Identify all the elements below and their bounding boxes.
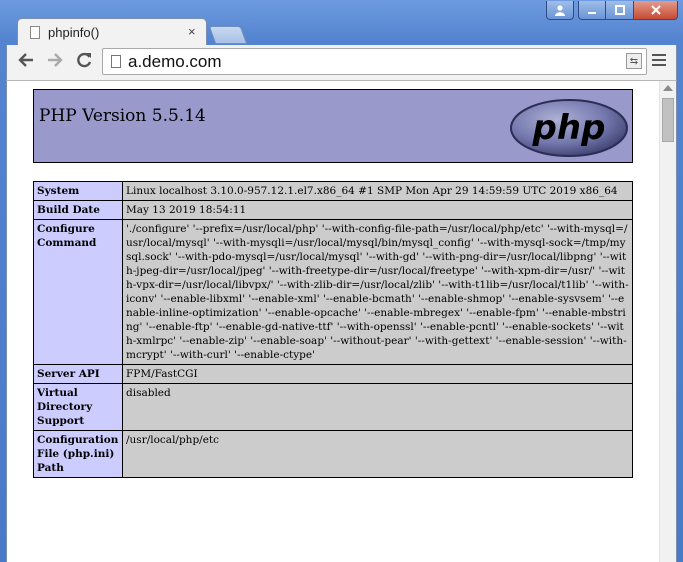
page-viewport: PHP Version 5.5.14 php System Linux loca… [6, 81, 677, 562]
info-value: disabled [122, 383, 633, 431]
table-row: Server API FPM/FastCGI [33, 364, 633, 384]
user-icon [555, 5, 565, 16]
page-icon [30, 26, 40, 39]
close-icon [650, 5, 661, 15]
info-value: './configure' '--prefix=/usr/local/php' … [122, 219, 633, 365]
user-profile-button[interactable] [546, 1, 574, 20]
new-tab-button[interactable] [208, 26, 248, 44]
info-key: Configure Command [33, 219, 123, 365]
reload-icon [77, 52, 92, 68]
scroll-thumb[interactable] [662, 98, 674, 142]
url-text[interactable]: a.demo.com [128, 52, 222, 72]
info-key: Virtual Directory Support [33, 383, 123, 431]
tab-title: phpinfo() [48, 25, 100, 40]
table-row: Virtual Directory Support disabled [33, 383, 633, 431]
info-value: May 13 2019 18:54:11 [122, 200, 633, 220]
info-key: Server API [33, 364, 123, 384]
menu-icon[interactable] [652, 54, 666, 69]
scroll-up-icon[interactable] [663, 85, 673, 91]
php-version-title: PHP Version 5.5.14 [39, 106, 206, 126]
table-row: Build Date May 13 2019 18:54:11 [33, 200, 633, 220]
table-row: Configure Command './configure' '--prefix… [33, 219, 633, 365]
forward-arrow-icon [48, 53, 63, 67]
php-logo-text: php [532, 108, 606, 148]
tab-close-icon[interactable]: × [188, 24, 196, 39]
tab-phpinfo[interactable]: phpinfo() × [17, 18, 207, 46]
php-logo: php [509, 98, 629, 163]
translate-icon[interactable]: ⇆ [626, 53, 642, 69]
address-bar[interactable]: a.demo.com ⇆ [102, 48, 647, 75]
back-button[interactable] [15, 51, 37, 73]
info-table: System Linux localhost 3.10.0-957.12.1.el… [33, 181, 633, 478]
minimize-button[interactable] [578, 1, 606, 20]
reload-button[interactable] [73, 51, 95, 73]
info-key: Configuration File (php.ini) Path [33, 430, 123, 478]
close-window-button[interactable] [634, 1, 678, 20]
info-value: /usr/local/php/etc [122, 430, 633, 478]
info-value: FPM/FastCGI [122, 364, 633, 384]
back-arrow-icon [18, 53, 33, 67]
info-key: System [33, 181, 123, 201]
info-key: Build Date [33, 200, 123, 220]
info-value: Linux localhost 3.10.0-957.12.1.el7.x86_… [122, 181, 633, 201]
php-header: PHP Version 5.5.14 php [33, 89, 633, 163]
table-row: System Linux localhost 3.10.0-957.12.1.el… [33, 181, 633, 201]
vertical-scrollbar[interactable] [659, 81, 676, 562]
maximize-icon [614, 5, 625, 15]
minimize-icon [588, 12, 596, 14]
page-info-icon[interactable] [111, 55, 121, 68]
window-controls [546, 1, 678, 21]
browser-window: phpinfo() × a.demo.com ⇆ PHP Version 5.5… [0, 0, 683, 562]
toolbar: a.demo.com ⇆ [6, 45, 677, 81]
maximize-button[interactable] [606, 1, 634, 20]
table-row: Configuration File (php.ini) Path/usr/lo… [33, 430, 633, 478]
forward-button[interactable] [44, 51, 66, 73]
